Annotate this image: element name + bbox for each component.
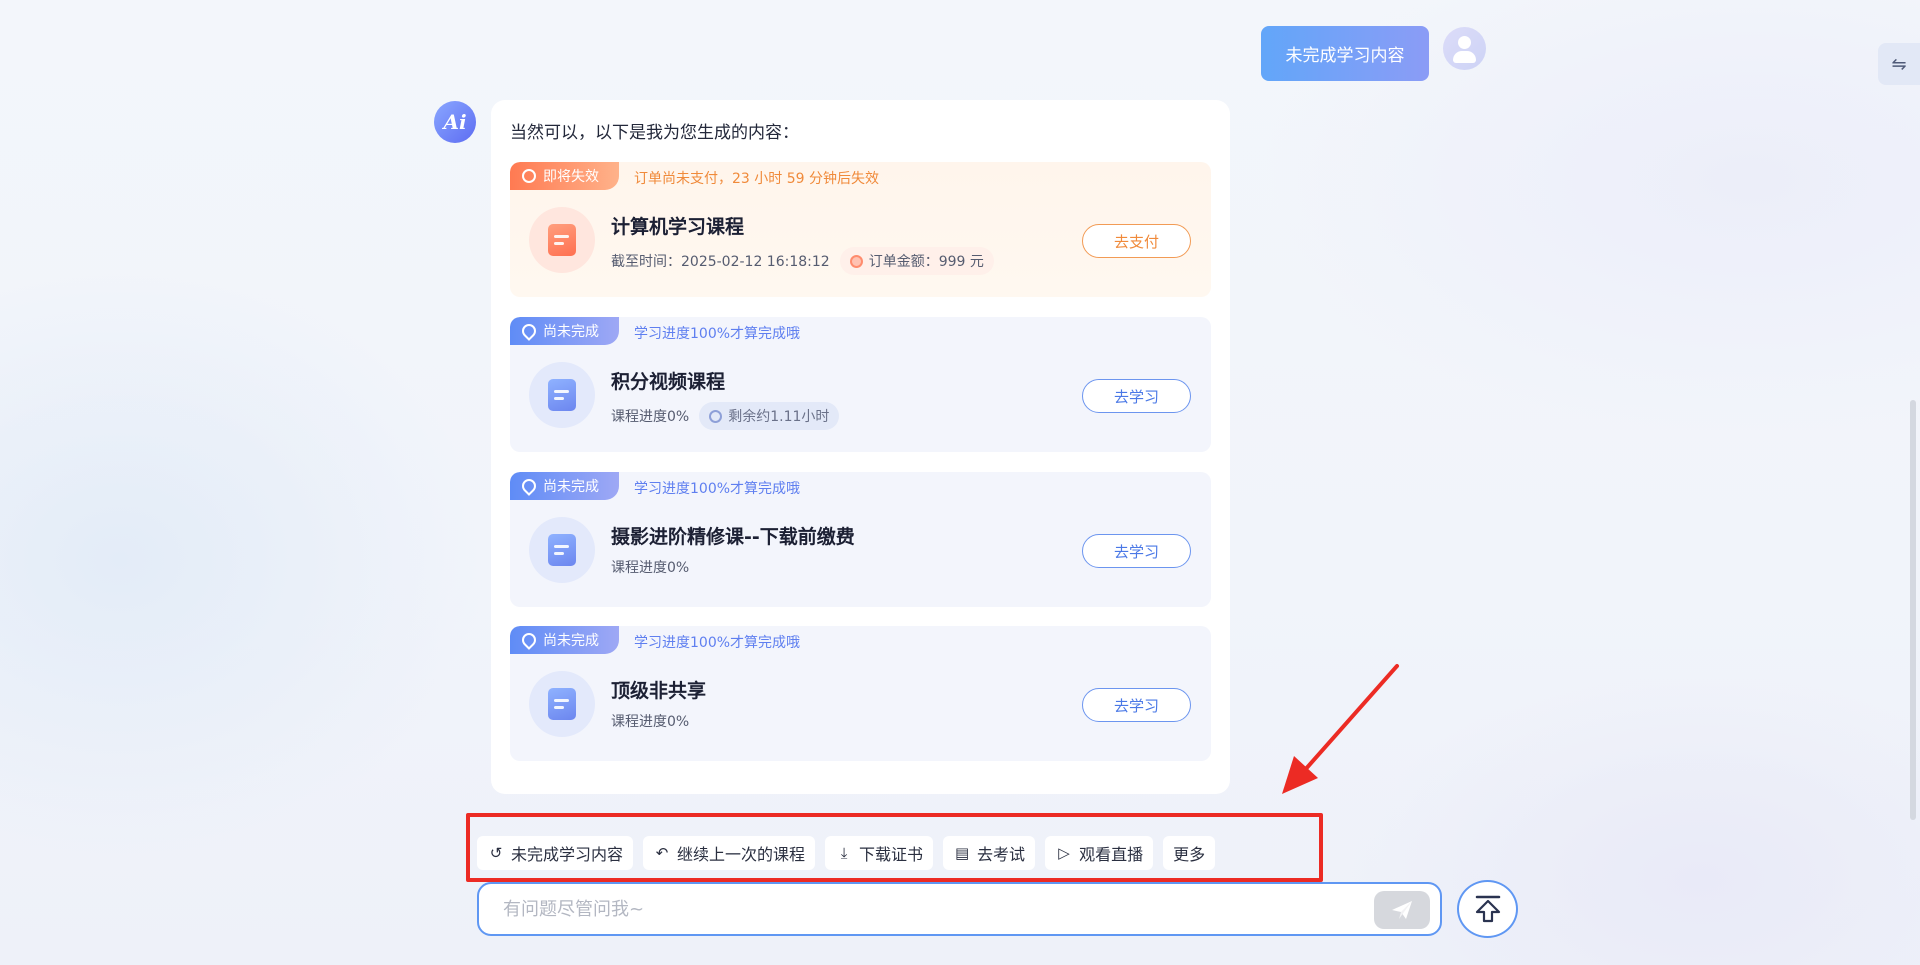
course-doc-icon — [529, 671, 595, 737]
coin-icon — [849, 254, 863, 268]
ai-response-card: 当然可以，以下是我为您生成的内容： 即将失效 订单尚未支付，23 小时 59 分… — [491, 100, 1230, 794]
course-doc-icon — [529, 517, 595, 583]
course-meta: 截至时间：2025-02-12 16:18:12 订单金额：999 元 — [611, 247, 994, 275]
user-message-bubble: 未完成学习内容 — [1261, 26, 1429, 81]
course-meta: 课程进度0% — [611, 557, 689, 577]
status-badge: 即将失效 — [510, 162, 619, 190]
status-note: 学习进度100%才算完成哦 — [634, 635, 801, 651]
location-pin-icon — [519, 630, 539, 650]
swap-arrows-icon[interactable]: ⇋ — [1878, 43, 1920, 85]
progress-text: 课程进度0% — [611, 560, 690, 576]
status-badge-label: 尚未完成 — [543, 479, 599, 495]
course-doc-icon — [529, 362, 595, 428]
send-icon — [1392, 901, 1412, 919]
upload-button[interactable] — [1457, 880, 1518, 938]
study-button[interactable]: 去学习 — [1082, 534, 1191, 568]
status-badge-label: 尚未完成 — [543, 324, 599, 340]
location-pin-icon — [519, 476, 539, 496]
send-button[interactable] — [1374, 891, 1430, 929]
status-note: 学习进度100%才算完成哦 — [634, 326, 801, 342]
ai-avatar: Ai — [434, 101, 476, 143]
course-title: 摄影进阶精修课--下载前缴费 — [611, 526, 855, 548]
chat-input-box — [477, 882, 1442, 936]
remaining-time-label: 剩余约1.11小时 — [728, 409, 830, 425]
progress-text: 课程进度0% — [611, 714, 690, 730]
deadline-text: 截至时间：2025-02-12 16:18:12 — [611, 254, 830, 270]
scrollbar[interactable] — [1910, 400, 1916, 820]
course-card: 尚未完成 学习进度100%才算完成哦 顶级非共享 课程进度0% 去学习 — [510, 626, 1211, 761]
status-badge: 尚未完成 — [510, 626, 619, 654]
course-card: 即将失效 订单尚未支付，23 小时 59 分钟后失效 计算机学习课程 截至时间：… — [510, 162, 1211, 297]
amount-chip-label: 订单金额：999 元 — [868, 254, 984, 270]
status-badge-label: 尚未完成 — [543, 633, 599, 649]
status-note: 订单尚未支付，23 小时 59 分钟后失效 — [634, 171, 879, 187]
remaining-time-chip: 剩余约1.11小时 — [699, 402, 840, 430]
study-button[interactable]: 去学习 — [1082, 688, 1191, 722]
course-meta: 课程进度0% — [611, 711, 689, 731]
course-title: 顶级非共享 — [611, 680, 707, 702]
pay-button[interactable]: 去支付 — [1082, 224, 1191, 258]
response-intro: 当然可以，以下是我为您生成的内容： — [510, 123, 799, 143]
course-doc-icon — [529, 207, 595, 273]
chat-input[interactable] — [503, 898, 1323, 920]
course-title: 积分视频课程 — [611, 371, 726, 393]
status-note: 学习进度100%才算完成哦 — [634, 481, 801, 497]
timer-icon — [522, 169, 536, 183]
status-badge: 尚未完成 — [510, 472, 619, 500]
clock-icon — [709, 409, 723, 423]
user-avatar-icon — [1443, 27, 1486, 70]
progress-text: 课程进度0% — [611, 409, 690, 425]
course-meta: 课程进度0% 剩余约1.11小时 — [611, 402, 840, 430]
location-pin-icon — [519, 321, 539, 341]
course-card: 尚未完成 学习进度100%才算完成哦 积分视频课程 课程进度0% 剩余约1.11… — [510, 317, 1211, 452]
study-button[interactable]: 去学习 — [1082, 379, 1191, 413]
status-badge: 尚未完成 — [510, 317, 619, 345]
course-card: 尚未完成 学习进度100%才算完成哦 摄影进阶精修课--下载前缴费 课程进度0%… — [510, 472, 1211, 607]
course-title: 计算机学习课程 — [611, 216, 745, 238]
upload-arrow-icon — [1475, 895, 1500, 923]
status-badge-label: 即将失效 — [543, 169, 599, 185]
amount-chip: 订单金额：999 元 — [839, 247, 994, 275]
annotation-arrow-icon — [1282, 664, 1399, 794]
annotation-highlight-box — [466, 813, 1323, 882]
